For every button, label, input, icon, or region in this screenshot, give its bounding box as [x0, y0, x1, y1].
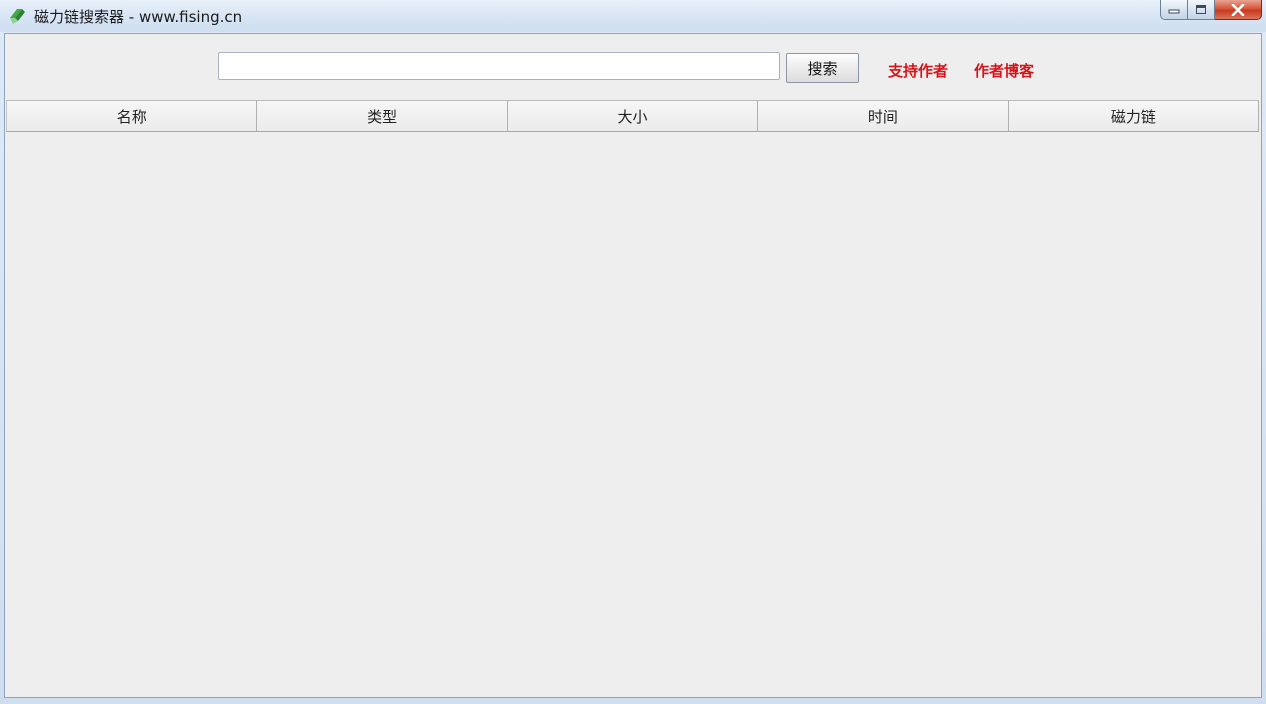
close-button[interactable]: [1215, 0, 1262, 20]
maximize-icon: [1196, 5, 1206, 14]
search-button[interactable]: 搜索: [786, 53, 859, 83]
magnet-app-icon: [10, 9, 25, 24]
window-controls: [1160, 0, 1262, 22]
minimize-icon: [1168, 9, 1180, 13]
results-table-body[interactable]: [6, 132, 1259, 694]
close-icon: [1231, 3, 1245, 16]
search-input[interactable]: [218, 52, 780, 80]
maximize-button[interactable]: [1188, 0, 1215, 20]
support-author-link[interactable]: 支持作者: [888, 60, 948, 81]
column-header-type[interactable]: 类型: [257, 101, 508, 131]
window-title: 磁力链搜索器 - www.fising.cn: [34, 8, 243, 26]
main-panel: 搜索 支持作者 作者博客 名称 类型 大小 时间 磁力链: [4, 33, 1262, 698]
column-header-size[interactable]: 大小: [508, 101, 759, 131]
column-header-magnet[interactable]: 磁力链: [1009, 101, 1260, 131]
app-window: 磁力链搜索器 - www.fising.cn 搜索 支持作者 作者博客 名称 类…: [0, 0, 1266, 704]
title-bar[interactable]: 磁力链搜索器 - www.fising.cn: [0, 0, 1266, 32]
column-header-time[interactable]: 时间: [758, 101, 1009, 131]
minimize-button[interactable]: [1160, 0, 1188, 20]
author-blog-link[interactable]: 作者博客: [974, 60, 1034, 81]
column-header-name[interactable]: 名称: [6, 101, 258, 131]
results-table-header: 名称 类型 大小 时间 磁力链: [6, 100, 1260, 132]
